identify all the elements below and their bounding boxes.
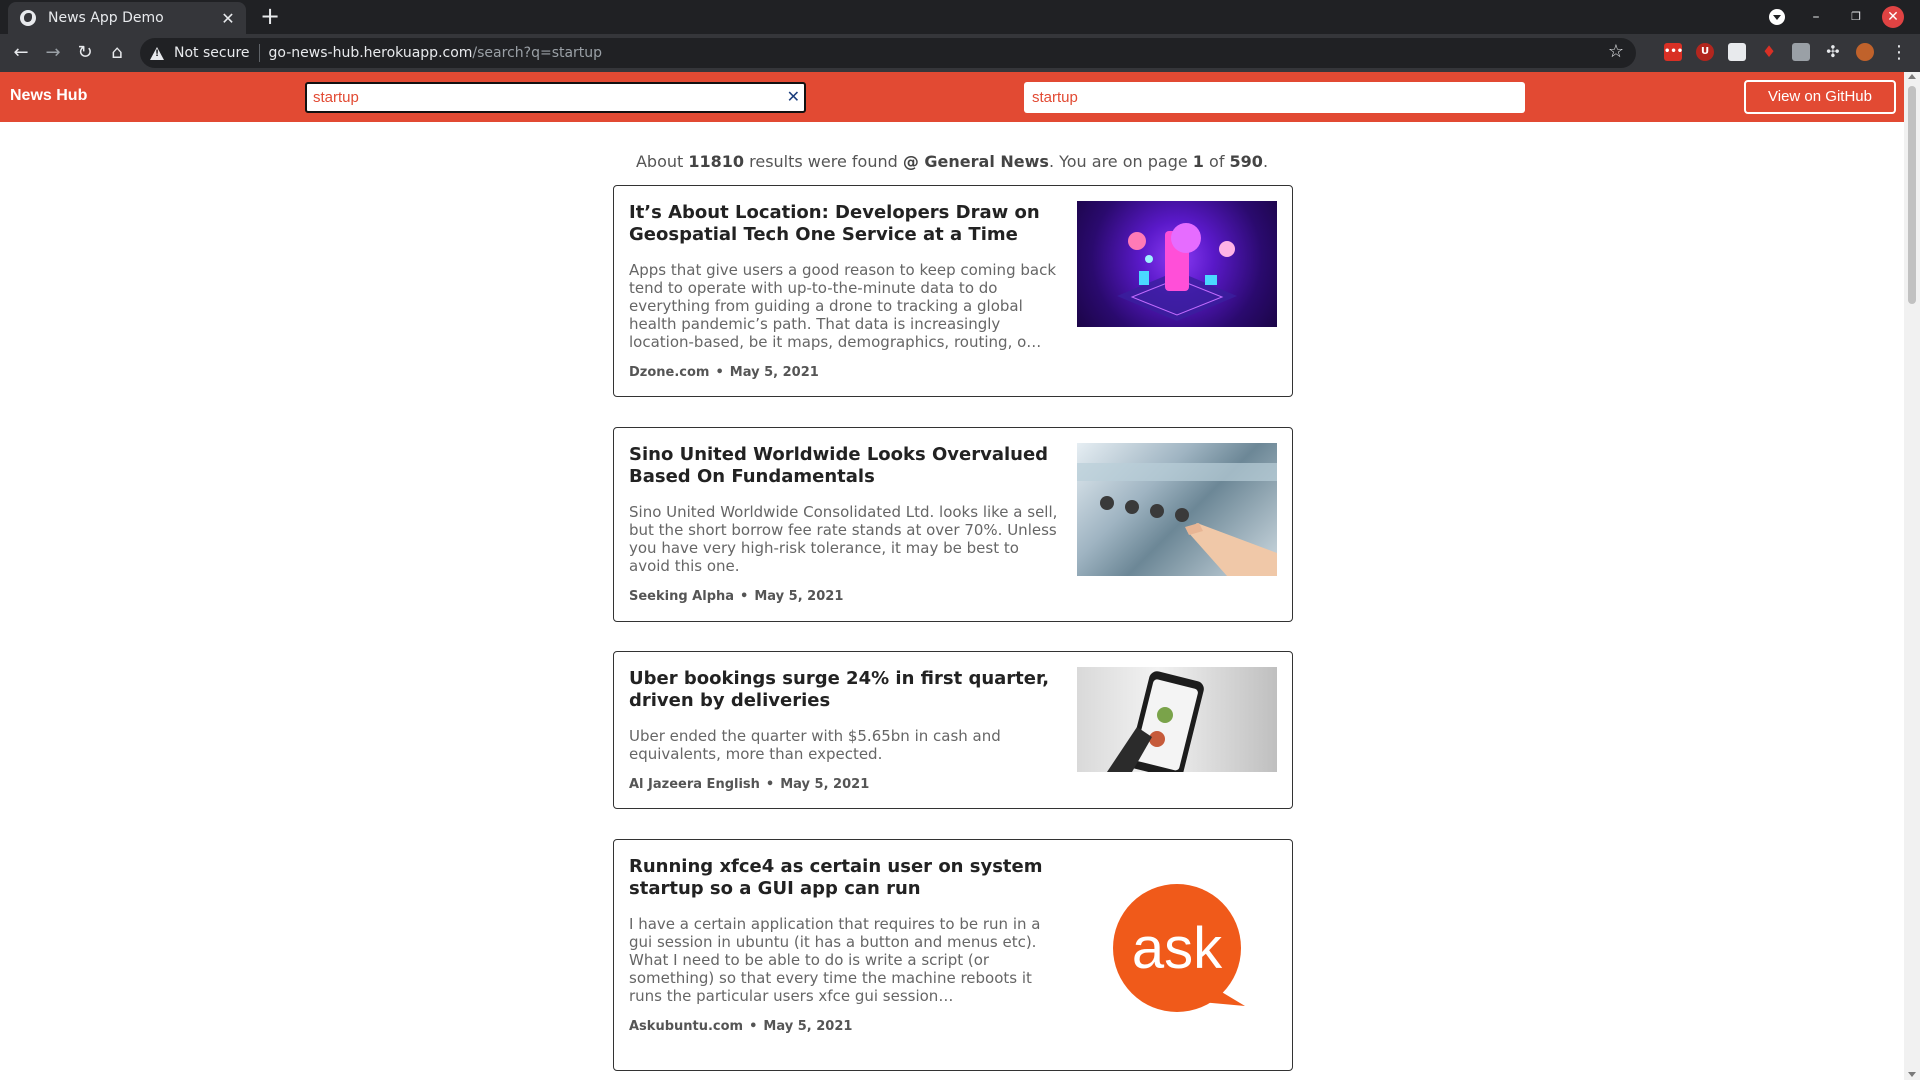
scroll-down-arrow-icon[interactable]: [1908, 1072, 1916, 1077]
browser-tab[interactable]: News App Demo ✕: [8, 2, 246, 34]
article-description: Uber ended the quarter with $5.65bn in c…: [629, 727, 1001, 763]
article-thumbnail[interactable]: [1077, 667, 1277, 772]
news-card[interactable]: Sino United Worldwide Looks Overvalued B…: [613, 427, 1293, 622]
browser-tab-bar: News App Demo ✕ + – ❐ ✕: [0, 0, 1920, 34]
globe-icon: [20, 10, 36, 26]
app-header: News Hub ✕ View on GitHub: [0, 72, 1904, 122]
search-input[interactable]: [307, 84, 804, 111]
article-date: May 5, 2021: [780, 777, 870, 792]
card-text: Running xfce4 as certain user on system …: [629, 856, 1059, 1034]
article-meta: Al Jazeera English • May 5, 2021: [629, 777, 1059, 792]
home-icon[interactable]: ⌂: [104, 40, 130, 66]
article-source: Dzone.com: [629, 365, 710, 380]
article-source: Al Jazeera English: [629, 777, 760, 792]
ask-logo-text: ask: [1132, 916, 1223, 981]
scroll-up-arrow-icon[interactable]: [1908, 74, 1916, 79]
tab-search-icon[interactable]: [1765, 5, 1789, 29]
clear-search-icon[interactable]: ✕: [787, 87, 800, 106]
minimize-icon[interactable]: –: [1804, 5, 1828, 29]
search-box: ✕: [305, 82, 806, 113]
tab-title: News App Demo: [48, 10, 164, 26]
article-meta: Askubuntu.com • May 5, 2021: [629, 1019, 1059, 1034]
article-date: May 5, 2021: [754, 589, 844, 604]
card-text: Sino United Worldwide Looks Overvalued B…: [629, 444, 1059, 604]
extension-dots-icon[interactable]: •••: [1664, 43, 1683, 61]
ublock-extension-icon[interactable]: U: [1696, 43, 1714, 61]
result-category: @ General News: [902, 152, 1049, 171]
summary-suffix: .: [1262, 152, 1269, 171]
askubuntu-logo[interactable]: ask: [1077, 880, 1277, 1030]
summary-page-text: . You are on page: [1048, 152, 1193, 171]
article-thumbnail[interactable]: [1077, 201, 1277, 327]
news-card[interactable]: Running xfce4 as certain user on system …: [613, 839, 1293, 1071]
article-source: Askubuntu.com: [629, 1019, 744, 1034]
article-title[interactable]: Sino United Worldwide Looks Overvalued B…: [629, 444, 1059, 488]
back-arrow-icon[interactable]: ←: [8, 40, 34, 66]
meta-separator: •: [765, 777, 775, 792]
summary-prefix: About: [635, 152, 689, 171]
extension-red-icon[interactable]: ♦: [1760, 43, 1778, 61]
forward-arrow-icon[interactable]: →: [40, 40, 66, 66]
current-page: 1: [1192, 152, 1204, 171]
puzzle-extensions-icon[interactable]: ✣: [1824, 43, 1842, 61]
security-label[interactable]: Not secure: [174, 45, 250, 61]
card-text: Uber bookings surge 24% in first quarter…: [629, 668, 1059, 792]
article-meta: Dzone.com • May 5, 2021: [629, 365, 1059, 380]
article-date: May 5, 2021: [729, 365, 819, 380]
brand-logo[interactable]: News Hub: [10, 87, 87, 105]
card-text: It’s About Location: Developers Draw on …: [629, 202, 1059, 380]
meta-separator: •: [715, 365, 724, 380]
profile-avatar-icon[interactable]: [1856, 43, 1874, 61]
browser-toolbar: ← → ↻ ⌂ Not secure go-news-hub.herokuapp…: [0, 34, 1920, 72]
scroll-thumb[interactable]: [1908, 86, 1916, 304]
address-bar[interactable]: Not secure go-news-hub.herokuapp.com /se…: [140, 38, 1636, 68]
news-card[interactable]: Uber bookings surge 24% in first quarter…: [613, 651, 1293, 809]
kebab-menu-icon[interactable]: ⋮: [1890, 42, 1908, 63]
article-title[interactable]: It’s About Location: Developers Draw on …: [629, 202, 1059, 246]
article-title[interactable]: Running xfce4 as certain user on system …: [629, 856, 1059, 900]
new-tab-button[interactable]: +: [256, 3, 284, 31]
url-host: go-news-hub.herokuapp.com: [268, 45, 473, 61]
news-card[interactable]: It’s About Location: Developers Draw on …: [613, 185, 1293, 397]
extension-square-icon[interactable]: [1728, 43, 1746, 61]
summary-of-text: of: [1203, 152, 1230, 171]
article-description: Apps that give users a good reason to ke…: [629, 261, 1057, 351]
article-description: I have a certain application that requir…: [629, 915, 1041, 1005]
article-source: Seeking Alpha: [629, 589, 735, 604]
results-summary: About 11810 results were found @ General…: [0, 152, 1904, 171]
reload-icon[interactable]: ↻: [72, 40, 98, 66]
meta-separator: •: [740, 589, 749, 604]
warning-icon: [150, 46, 164, 60]
total-pages: 590: [1229, 152, 1263, 171]
article-thumbnail[interactable]: [1077, 443, 1277, 576]
tab-close-icon[interactable]: ✕: [220, 9, 236, 28]
maximize-icon[interactable]: ❐: [1844, 5, 1868, 29]
meta-separator: •: [749, 1019, 758, 1034]
url-divider: [258, 44, 260, 62]
url-path: /search?q=startup: [472, 45, 603, 61]
article-meta: Seeking Alpha • May 5, 2021: [629, 589, 1059, 604]
summary-mid: results were found: [744, 152, 903, 171]
close-window-icon[interactable]: ✕: [1882, 6, 1904, 28]
page-scrollbar[interactable]: [1904, 72, 1920, 1080]
result-count: 11810: [688, 152, 745, 171]
extension-gray-icon[interactable]: [1792, 43, 1810, 61]
article-description: Sino United Worldwide Consolidated Ltd. …: [629, 503, 1058, 575]
article-title[interactable]: Uber bookings surge 24% in first quarter…: [629, 668, 1059, 712]
article-date: May 5, 2021: [763, 1019, 853, 1034]
view-on-github-button[interactable]: View on GitHub: [1744, 80, 1896, 114]
bookmark-star-icon[interactable]: ☆: [1608, 41, 1624, 62]
secondary-search-input[interactable]: [1024, 82, 1525, 113]
